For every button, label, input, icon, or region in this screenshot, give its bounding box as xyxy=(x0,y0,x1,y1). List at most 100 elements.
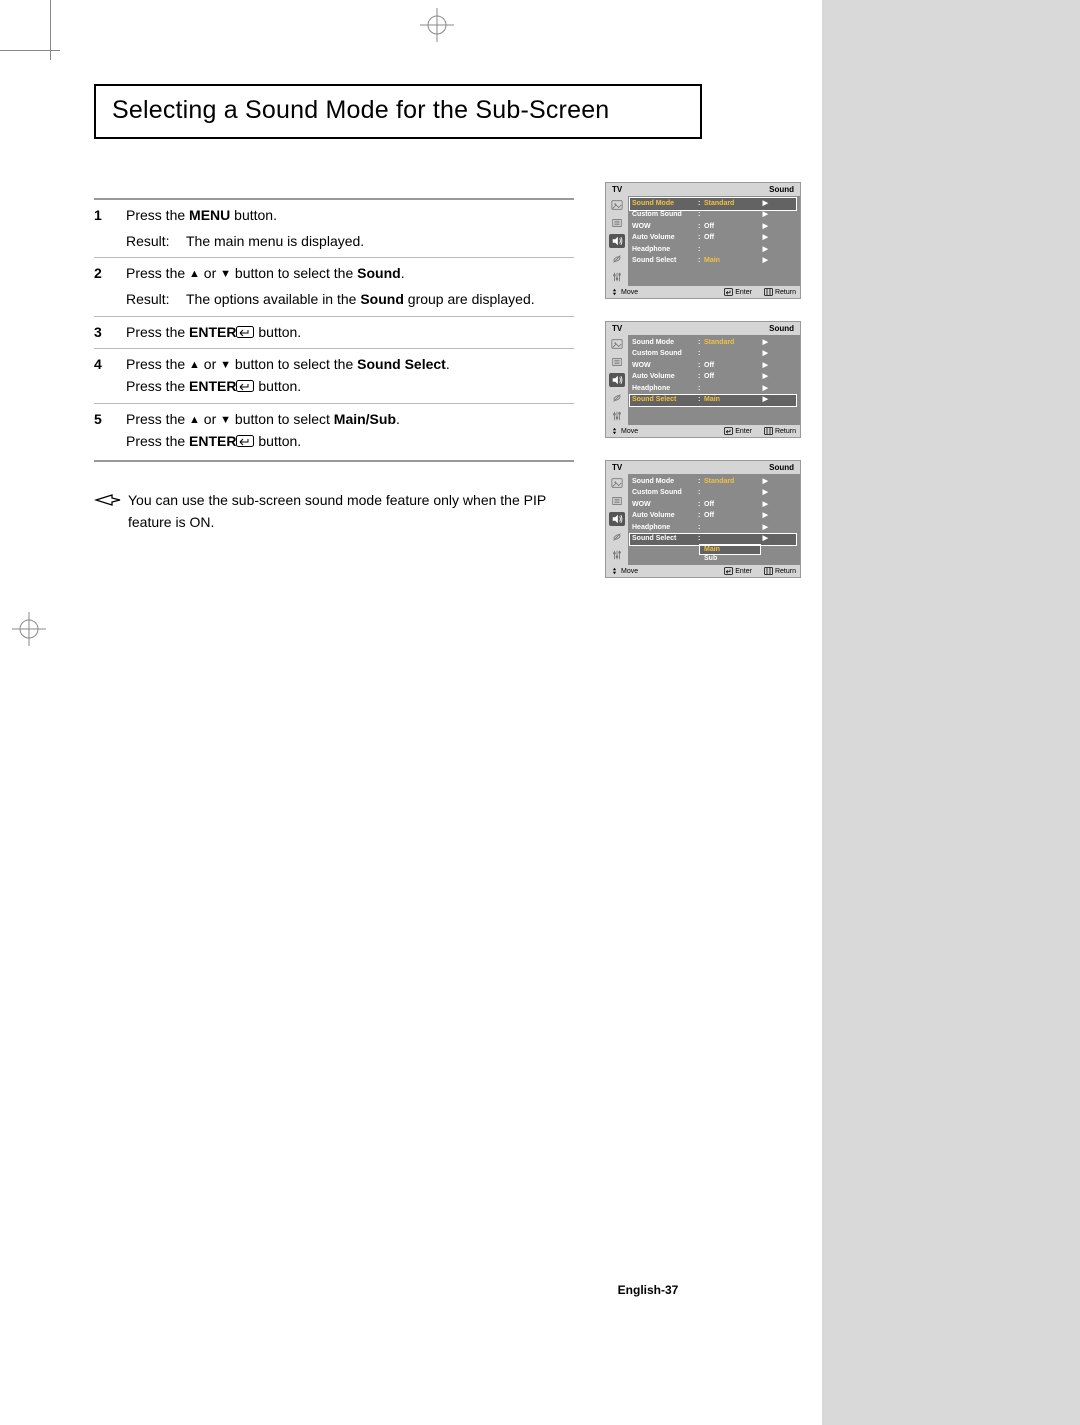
osd-picture-icon xyxy=(609,476,625,490)
osd-menu-row: Headphone:▶ xyxy=(630,383,796,395)
osd-foot-enter: Enter xyxy=(724,567,752,575)
step-4: 4Press the ▲ or ▼ button to select the S… xyxy=(94,354,574,397)
osd-screenshot-3: TV Sound Sound Mode:Standard▶Custom Sound:… xyxy=(605,460,801,578)
osd-sound-icon xyxy=(609,373,625,387)
osd-submenu-option: Sub xyxy=(700,554,760,563)
step-text: Press the ▲ or ▼ button to select the So… xyxy=(126,263,574,285)
osd-picture-icon xyxy=(609,337,625,351)
osd-sat-icon xyxy=(609,252,625,266)
osd-sound-icon xyxy=(609,512,625,526)
note-text: You can use the sub-screen sound mode fe… xyxy=(128,490,574,533)
osd-section-label: Sound xyxy=(769,185,794,194)
osd-channel-icon xyxy=(609,494,625,508)
osd-setup-icon xyxy=(609,270,625,284)
osd-sat-icon xyxy=(609,391,625,405)
osd-tv-label: TV xyxy=(612,185,622,194)
osd-menu-list: Sound Mode:Standard▶Custom Sound:▶WOW:Of… xyxy=(628,474,800,565)
osd-setup-icon xyxy=(609,548,625,562)
step-number: 1 xyxy=(94,205,126,252)
osd-footer: Move Enter Return xyxy=(606,565,800,577)
step-1: 1Press the MENU button. Result:The main m… xyxy=(94,205,574,252)
osd-tv-label: TV xyxy=(612,463,622,472)
sidebar-gray-column xyxy=(822,0,1080,1425)
osd-menu-row: Custom Sound:▶ xyxy=(630,349,796,361)
osd-menu-list: Sound Mode:Standard▶Custom Sound:▶WOW:Of… xyxy=(628,335,800,425)
step-text: Press the ENTER button. xyxy=(126,376,574,398)
osd-tv-label: TV xyxy=(612,324,622,333)
osd-screenshot-stack: TVSoundSound Mode:Standard▶Custom Sound:… xyxy=(605,182,801,600)
divider xyxy=(94,403,574,404)
osd-screenshot-1: TV Sound Sound Mode:Standard▶Custom Sound:… xyxy=(605,182,801,299)
osd-footer: Move Enter Return xyxy=(606,286,800,298)
step-result: Result:The options available in the Soun… xyxy=(126,289,574,311)
osd-menu-row: Sound Mode:Standard▶ xyxy=(630,198,796,210)
step-number: 3 xyxy=(94,322,126,344)
page-number: English-37 xyxy=(598,1280,698,1300)
osd-screenshot-2: TVSoundSound Mode:Standard▶Custom Sound:… xyxy=(605,321,801,438)
osd-menu-row: Sound Select:Main▶ xyxy=(630,256,796,268)
crop-mark xyxy=(0,50,60,51)
osd-menu-row: Auto Volume:Off▶ xyxy=(630,511,796,523)
registration-mark xyxy=(12,612,46,646)
osd-channel-icon xyxy=(609,355,625,369)
osd-foot-enter: Enter xyxy=(724,427,752,435)
osd-footer: Move Enter Return xyxy=(606,425,800,437)
step-number: 5 xyxy=(94,409,126,452)
osd-menu-row: Sound Mode:Standard▶ xyxy=(630,337,796,349)
registration-mark xyxy=(420,8,454,42)
osd-menu-row: Headphone:▶ xyxy=(630,522,796,534)
step-text: Press the ▲ or ▼ button to select the So… xyxy=(126,354,574,376)
divider xyxy=(94,348,574,349)
step-text: Press the ENTER button. xyxy=(126,322,574,344)
instruction-content: 1Press the MENU button. Result:The main m… xyxy=(94,190,574,534)
osd-foot-move: Move xyxy=(610,567,638,575)
osd-header: TV Sound xyxy=(606,183,800,196)
osd-menu-row: WOW:Off▶ xyxy=(630,360,796,372)
osd-sat-icon xyxy=(609,530,625,544)
step-3: 3Press the ENTER button. xyxy=(94,322,574,344)
osd-foot-return: Return xyxy=(764,427,796,435)
step-2: 2Press the ▲ or ▼ button to select the S… xyxy=(94,263,574,310)
step-number: 2 xyxy=(94,263,126,310)
step-result: Result:The main menu is displayed. xyxy=(126,231,574,253)
osd-foot-move: Move xyxy=(610,288,638,296)
osd-header: TVSound xyxy=(606,322,800,335)
osd-foot-move: Move xyxy=(610,427,638,435)
step-text: Press the ENTER button. xyxy=(126,431,574,453)
osd-menu-row: Custom Sound:▶ xyxy=(630,488,796,500)
osd-menu-row: Auto Volume:Off▶ xyxy=(630,233,796,245)
osd-submenu-option: Main xyxy=(700,545,760,554)
osd-menu-row: Sound Select:▶ xyxy=(630,534,796,546)
note-row: You can use the sub-screen sound mode fe… xyxy=(94,490,574,533)
divider xyxy=(94,460,574,462)
section-title: Selecting a Sound Mode for the Sub-Scree… xyxy=(112,96,684,125)
crop-mark xyxy=(50,0,51,60)
step-5: 5Press the ▲ or ▼ button to select Main/… xyxy=(94,409,574,452)
osd-submenu: MainSub xyxy=(700,545,760,563)
osd-sound-icon xyxy=(609,234,625,248)
osd-section-label: Sound xyxy=(769,463,794,472)
osd-menu-row: Sound Select:Main▶ xyxy=(630,395,796,407)
osd-menu-row: Headphone:▶ xyxy=(630,244,796,256)
osd-menu-list: Sound Mode:Standard▶Custom Sound:▶WOW:Of… xyxy=(628,196,800,286)
osd-setup-icon xyxy=(609,409,625,423)
divider xyxy=(94,316,574,317)
section-title-box: Selecting a Sound Mode for the Sub-Scree… xyxy=(94,84,702,139)
osd-menu-row: WOW:Off▶ xyxy=(630,221,796,233)
osd-channel-icon xyxy=(609,216,625,230)
osd-foot-return: Return xyxy=(764,567,796,575)
osd-foot-enter: Enter xyxy=(724,288,752,296)
osd-menu-row: Custom Sound:▶ xyxy=(630,210,796,222)
osd-icon-column xyxy=(606,196,628,286)
osd-icon-column xyxy=(606,474,628,565)
osd-menu-row: Auto Volume:Off▶ xyxy=(630,372,796,384)
osd-header: TV Sound xyxy=(606,461,800,474)
step-text: Press the MENU button. xyxy=(126,205,574,227)
step-text: Press the ▲ or ▼ button to select Main/S… xyxy=(126,409,574,431)
osd-menu-row: WOW:Off▶ xyxy=(630,499,796,511)
osd-menu-row: Sound Mode:Standard▶ xyxy=(630,476,796,488)
osd-foot-return: Return xyxy=(764,288,796,296)
divider xyxy=(94,257,574,258)
step-number: 4 xyxy=(94,354,126,397)
osd-icon-column xyxy=(606,335,628,425)
